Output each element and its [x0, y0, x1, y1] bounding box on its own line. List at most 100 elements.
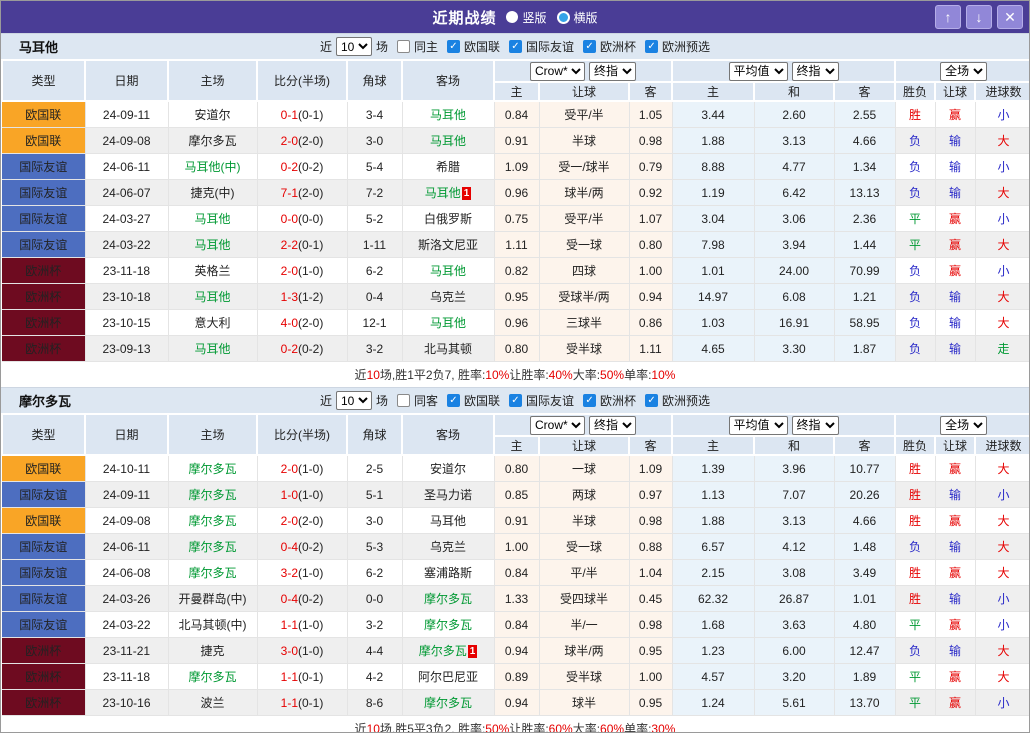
sub-column-header: 主	[493, 81, 540, 102]
odds-away-cell: 0.88	[629, 533, 673, 560]
average-select[interactable]: 平均值	[728, 415, 788, 435]
match-row: 欧国联 24-09-08 摩尔多瓦 2-0(2-0) 3-0 马耳他 0.91 半球 0.98 1…	[2, 507, 1029, 534]
score-cell: 4-0(2-0)	[257, 309, 348, 336]
avg-home-cell: 1.88	[672, 507, 755, 534]
average-stage-select[interactable]: 终指	[791, 61, 839, 81]
avg-draw-cell: 6.00	[754, 637, 835, 664]
corner-cell: 8-6	[347, 689, 403, 716]
avg-away-cell: 1.21	[834, 283, 896, 310]
team-section-title: 摩尔多瓦	[19, 394, 72, 409]
average-select[interactable]: 平均值	[728, 61, 788, 81]
goals-result-cell: 走	[975, 335, 1029, 362]
away-team-name: 希腊	[435, 160, 460, 174]
same-side-checkbox[interactable]	[396, 40, 410, 53]
close-button[interactable]: ✕	[997, 5, 1023, 29]
odds-company-select[interactable]: Crow*	[530, 415, 585, 435]
away-team-cell: 圣马力诺	[402, 481, 495, 508]
avg-draw-cell: 4.12	[754, 533, 835, 560]
sub-column-header: 胜负	[894, 81, 937, 102]
fulltime-score: 7-1	[280, 185, 298, 200]
close-icon: ✕	[1004, 8, 1016, 25]
odds-home-cell: 1.11	[494, 231, 540, 258]
odds-select-group: 平均值 终指	[671, 59, 897, 83]
fulltime-score: 4-0	[280, 315, 298, 330]
avg-home-cell: 3.04	[672, 205, 755, 232]
league-checkbox-3[interactable]: ✓	[645, 40, 659, 53]
home-team-cell: 马耳他(中)	[168, 153, 258, 180]
odds-away-cell: 0.80	[629, 231, 673, 258]
scope-select[interactable]: 全场	[940, 61, 988, 81]
handicap-cell: 一球	[539, 455, 630, 482]
home-team-cell: 波兰	[168, 689, 258, 716]
match-row: 欧洲杯 23-11-21 捷克 3-0(1-0) 4-4 摩尔多瓦 1 0.94 球半/两 0.9…	[2, 637, 1029, 664]
odds-stage-select[interactable]: 终指	[589, 61, 636, 81]
avg-home-cell: 1.88	[672, 127, 755, 154]
league-label: 欧洲预选	[662, 40, 711, 54]
league-checkbox-1[interactable]: ✓	[509, 40, 522, 53]
league-checkbox-2[interactable]: ✓	[583, 40, 597, 53]
avg-away-cell: 1.01	[834, 585, 896, 612]
same-side-checkbox[interactable]	[396, 394, 410, 407]
avg-away-cell: 70.99	[834, 257, 896, 284]
goals-result-cell: 大	[975, 533, 1029, 560]
odds-away-cell: 0.45	[629, 585, 673, 612]
halftime-score: (1-0)	[298, 643, 324, 658]
column-header: 比分(半场)	[256, 413, 348, 456]
score-cell: 0-4(0-2)	[257, 533, 348, 560]
date-cell: 24-09-08	[85, 507, 169, 534]
avg-home-cell: 1.39	[672, 455, 755, 482]
recent-count-select[interactable]: 10	[335, 391, 372, 410]
odds-company-select[interactable]: Crow*	[530, 61, 585, 81]
odds-away-cell: 1.00	[629, 257, 673, 284]
home-team-name: 马耳他	[194, 342, 231, 356]
league-checkbox-2[interactable]: ✓	[583, 394, 597, 407]
away-team-cell: 摩尔多瓦	[402, 611, 495, 638]
avg-draw-cell: 3.96	[754, 455, 835, 482]
odds-away-cell: 0.98	[629, 611, 673, 638]
average-stage-select[interactable]: 终指	[791, 415, 839, 435]
match-row: 欧洲杯 23-10-18 马耳他 1-3(1-2) 0-4 乌克兰 0.95 受球半/两 0.9…	[2, 283, 1029, 310]
league-label: 国际友谊	[526, 40, 575, 54]
league-checkbox-1[interactable]: ✓	[509, 394, 522, 407]
avg-draw-cell: 3.30	[754, 335, 835, 362]
corner-cell: 12-1	[347, 309, 403, 336]
avg-home-cell: 7.98	[672, 231, 755, 258]
handicap-cell: 半球	[539, 507, 630, 534]
match-row: 欧国联 24-09-08 摩尔多瓦 2-0(2-0) 3-0 马耳他 0.91 半球 0.98 1…	[2, 127, 1029, 154]
match-row: 欧洲杯 23-11-18 英格兰 2-0(1-0) 6-2 马耳他 0.82 四球 1.00 1.…	[2, 257, 1029, 284]
home-team-name: 摩尔多瓦	[188, 540, 237, 554]
result-cell: 胜	[895, 455, 936, 482]
league-label: 欧洲预选	[662, 394, 711, 408]
handicap-result-cell: 输	[935, 309, 976, 336]
league-checkbox-0[interactable]: ✓	[446, 394, 460, 407]
move-up-button[interactable]: ↑	[935, 5, 961, 29]
league-checkbox-0[interactable]: ✓	[446, 40, 460, 53]
corner-cell: 3-0	[347, 507, 403, 534]
result-cell: 平	[895, 205, 936, 232]
league-checkbox-3[interactable]: ✓	[645, 394, 659, 407]
home-team-cell: 马耳他	[168, 335, 258, 362]
avg-home-cell: 1.68	[672, 611, 755, 638]
layout-radio-vertical[interactable]: 竖版	[506, 9, 547, 26]
recent-count-select[interactable]: 10	[335, 37, 372, 56]
match-row: 欧国联 24-10-11 摩尔多瓦 2-0(1-0) 2-5 安道尔 0.80 一球 1.09 1…	[2, 455, 1029, 482]
matches-table: 类型 日期 主场 比分(半场) 角球 客场 Crow* 终指 平均值 终指 全场主让球客主和客胜负让…	[1, 413, 1029, 716]
avg-away-cell: 2.36	[834, 205, 896, 232]
avg-away-cell: 2.55	[834, 101, 896, 128]
away-team-cell: 马耳他	[402, 257, 495, 284]
layout-radio-horizontal[interactable]: 横版	[556, 9, 598, 26]
move-down-button[interactable]: ↓	[966, 5, 992, 29]
avg-draw-cell: 3.08	[754, 559, 835, 586]
score-cell: 2-2(0-1)	[257, 231, 348, 258]
match-row: 国际友谊 24-03-26 开曼群岛(中) 0-4(0-2) 0-0 摩尔多瓦 1.33 受四…	[2, 585, 1029, 612]
result-cell: 胜	[895, 559, 936, 586]
avg-home-cell: 1.24	[672, 689, 755, 716]
avg-home-cell: 1.03	[672, 309, 755, 336]
odds-stage-select[interactable]: 终指	[589, 415, 636, 435]
goals-result-cell: 大	[975, 663, 1029, 690]
away-team-cell: 安道尔	[402, 455, 495, 482]
scope-select[interactable]: 全场	[940, 415, 988, 435]
home-team-cell: 北马其顿(中)	[168, 611, 258, 638]
match-row: 欧国联 24-09-11 安道尔 0-1(0-1) 3-4 马耳他 0.84 受平/半 1.05…	[2, 101, 1029, 128]
odds-select-group: 全场	[894, 59, 1029, 83]
